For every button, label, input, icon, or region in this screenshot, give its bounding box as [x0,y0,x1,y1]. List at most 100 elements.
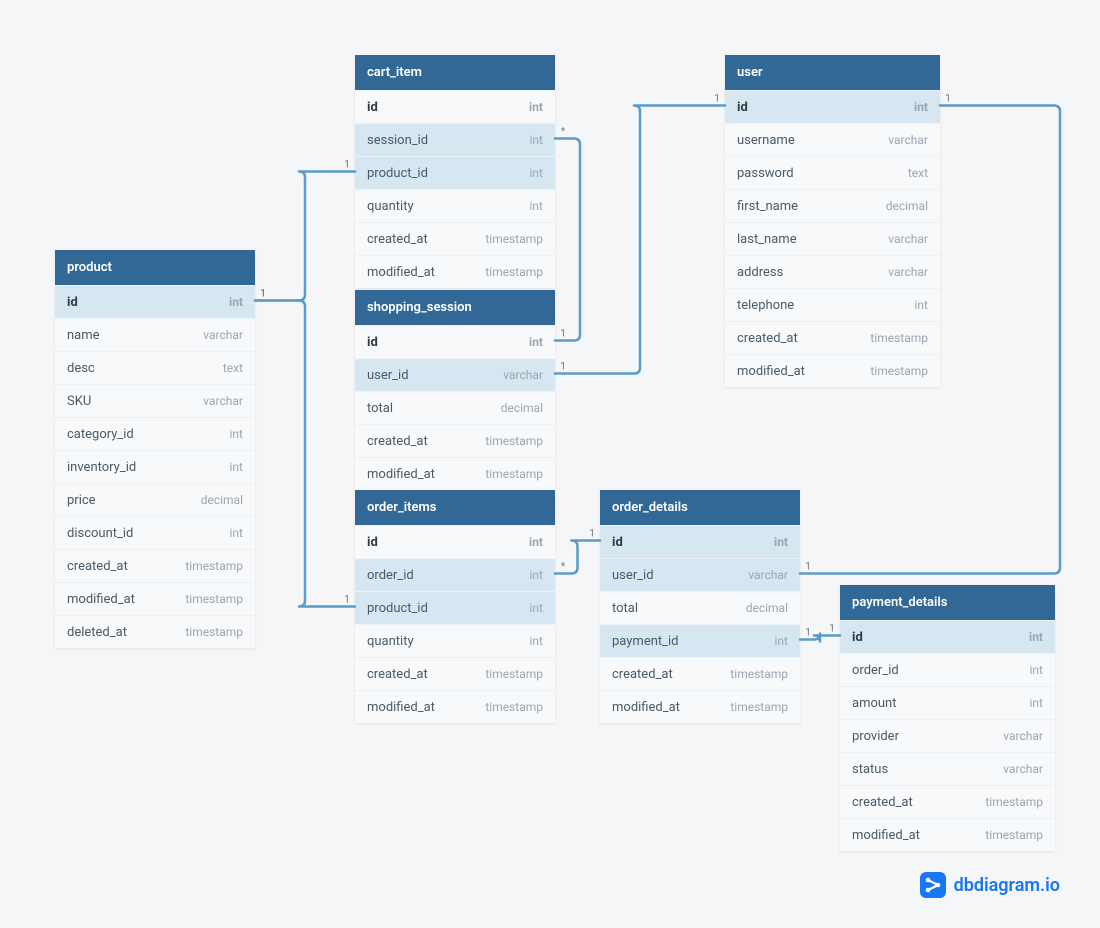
column-type: text [223,361,243,375]
table-row[interactable]: idint [355,90,555,123]
table-row[interactable]: totaldecimal [600,591,800,624]
table-row[interactable]: telephoneint [725,288,940,321]
table-row[interactable]: last_namevarchar [725,222,940,255]
table-row[interactable]: category_idint [55,417,255,450]
column-type: varchar [888,133,928,147]
column-type: int [530,199,543,213]
table-header[interactable]: order_details [600,490,800,525]
column-type: timestamp [185,625,243,639]
table-row[interactable]: idint [600,525,800,558]
column-type: timestamp [485,700,543,714]
column-name: created_at [737,331,798,346]
table-row[interactable]: password text [725,156,940,189]
column-type: decimal [746,601,788,615]
table-row[interactable]: inventory_idint [55,450,255,483]
table-row[interactable]: modified_attimestamp [355,457,555,490]
table-row[interactable]: created_attimestamp [725,321,940,354]
table-row[interactable]: payment_idint [600,624,800,657]
table-header[interactable]: product [55,250,255,285]
table-row[interactable]: user_idvarchar [355,358,555,391]
column-name: product_id [367,601,428,616]
column-type: int [230,427,243,441]
table-row[interactable]: quantityint [355,624,555,657]
table-row[interactable]: desctext [55,351,255,384]
table-header[interactable]: payment_details [840,585,1055,620]
table-row[interactable]: product_idint [355,156,555,189]
table-row[interactable]: product_id int [355,591,555,624]
table-row[interactable]: namevarchar [55,318,255,351]
table-row[interactable]: SKUvarchar [55,384,255,417]
table-cart_item[interactable]: cart_itemidintsession_idintproduct_idint… [355,55,555,288]
table-row[interactable]: discount_idint [55,516,255,549]
column-name: total [367,401,393,416]
table-row[interactable]: created_attimestamp [55,549,255,582]
column-type: timestamp [985,795,1043,809]
column-name: provider [852,729,899,744]
table-row[interactable]: created_attimestamp [600,657,800,690]
table-row[interactable]: modified_attimestamp [725,354,940,387]
column-type: timestamp [185,592,243,606]
column-type: int [230,526,243,540]
table-header[interactable]: shopping_session [355,290,555,325]
table-order_details[interactable]: order_detailsidintuser_idvarchartotaldec… [600,490,800,723]
brand-icon [920,872,946,898]
table-row[interactable]: idint [725,90,940,123]
column-name: order_id [367,568,414,583]
table-row[interactable]: first_namedecimal [725,189,940,222]
table-user[interactable]: useridintusernamevarchar password text firs… [725,55,940,387]
column-type: varchar [1003,729,1043,743]
column-type: varchar [888,265,928,279]
table-row[interactable]: idint [355,525,555,558]
table-row[interactable]: user_idvarchar [600,558,800,591]
table-row[interactable]: idint [355,325,555,358]
column-type: varchar [888,232,928,246]
column-type: text [908,166,928,180]
table-row[interactable]: order_idint [355,558,555,591]
table-header[interactable]: order_items [355,490,555,525]
table-row[interactable]: idint [55,285,255,318]
table-order_items[interactable]: order_itemsidintorder_idint product_id int… [355,490,555,723]
table-row[interactable]: session_idint [355,123,555,156]
table-row[interactable]: totaldecimal [355,391,555,424]
table-row[interactable]: modified_attimestamp [355,255,555,288]
table-row[interactable]: addressvarchar [725,255,940,288]
table-row[interactable]: modified_attimestamp [355,690,555,723]
table-row[interactable]: pricedecimal [55,483,255,516]
table-header[interactable]: user [725,55,940,90]
diagram-canvas[interactable]: productidintnamevarchardesctextSKUvarcha… [0,0,1100,928]
column-type: int [1029,630,1043,644]
table-payment_details[interactable]: payment_detailsidint order_id int amountint… [840,585,1055,851]
column-type: int [230,460,243,474]
table-shopping_session[interactable]: shopping_sessionidintuser_idvarchartotal… [355,290,555,490]
table-row[interactable]: created_attimestamp [355,657,555,690]
column-type: int [1030,663,1043,677]
table-row[interactable]: modified_attimestamp [840,818,1055,851]
table-row[interactable]: created_attimestamp [355,222,555,255]
column-name: user_id [367,368,409,383]
table-row[interactable]: usernamevarchar [725,123,940,156]
table-row[interactable]: statusvarchar [840,752,1055,785]
table-row[interactable]: modified_attimestamp [600,690,800,723]
table-row[interactable]: provider varchar [840,719,1055,752]
column-type: decimal [886,199,928,213]
column-name: modified_at [737,364,805,379]
table-row[interactable]: created_attimestamp [355,424,555,457]
table-row[interactable]: quantityint [355,189,555,222]
table-row[interactable]: deleted_attimestamp [55,615,255,648]
column-name: payment_id [612,634,679,649]
column-name: created_at [367,434,428,449]
table-row[interactable]: amountint [840,686,1055,719]
table-header[interactable]: cart_item [355,55,555,90]
table-row[interactable]: order_id int [840,653,1055,686]
column-type: timestamp [730,700,788,714]
column-name: modified_at [367,265,435,280]
table-row[interactable]: created_attimestamp [840,785,1055,818]
table-product[interactable]: productidintnamevarchardesctextSKUvarcha… [55,250,255,648]
column-name: id [367,100,378,115]
column-name: created_at [67,559,128,574]
table-row[interactable]: idint [840,620,1055,653]
table-row[interactable]: modified_attimestamp [55,582,255,615]
column-type: int [530,601,543,615]
column-name: password [737,166,794,181]
column-name: order_id [852,663,899,678]
